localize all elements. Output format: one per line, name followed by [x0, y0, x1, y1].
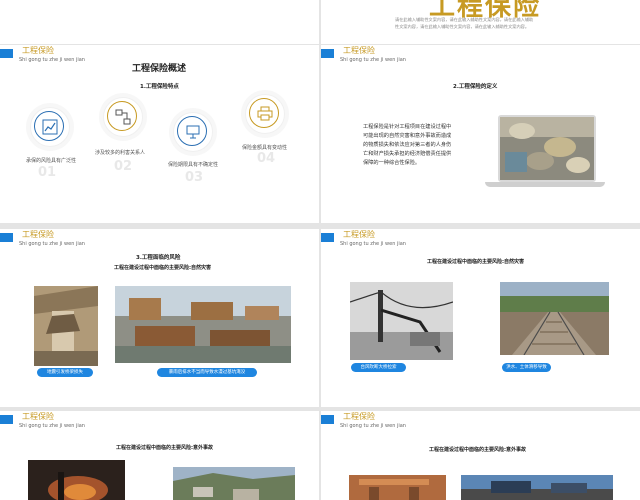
brand: 工程保险 Shi gong tu zhe ji wen jian: [0, 411, 130, 441]
caption-railway: 洪水、土体滑移导致: [502, 363, 551, 372]
section-title: 1.工程保险特点: [140, 84, 179, 90]
brand-subtitle: Shi gong tu zhe ji wen jian: [340, 57, 406, 63]
cover-desc-1: 请在此输入辅助性文案内容，请在此输入辅助性文案内容，请在此输入辅助: [395, 17, 534, 22]
fire-photo: [28, 460, 125, 500]
feature-label-3: 保险期限具有不确定性: [168, 162, 219, 168]
brand-bar: [0, 49, 13, 58]
section-title: 2.工程保险的定义: [453, 84, 498, 90]
brand-subtitle: Shi gong tu zhe ji wen jian: [19, 423, 85, 429]
brand-title: 工程保险: [22, 412, 54, 421]
chart-icon: [42, 119, 58, 135]
risk-heading: 工程在建设过程中面临的主要风险:自然灾害: [427, 259, 525, 265]
brand-bar: [321, 49, 334, 58]
earthquake-bridge-photo: [34, 286, 98, 366]
brand: 工程保险 Shi gong tu zhe ji wen jian: [321, 229, 451, 259]
printer-icon: [257, 106, 273, 121]
feature-circle-3: [173, 112, 213, 152]
brand-title: 工程保险: [22, 46, 54, 55]
slide-risks-natural-2[interactable]: 工程保险 Shi gong tu zhe ji wen jian 工程在建设过程…: [321, 229, 640, 407]
cover-desc-2: 性文案内容，请在此输入辅助性文案内容，请在此输入辅助性文案内容。: [395, 24, 530, 29]
feature-circle-2: [103, 97, 143, 137]
definition-line: 可能出现的自然灾害和意外事故而造成: [363, 133, 452, 139]
brand: 工程保险 Shi gong tu zhe ji wen jian: [0, 229, 130, 259]
slide-risks-natural-1[interactable]: 工程保险 Shi gong tu zhe ji wen jian 3.工程面临的…: [0, 229, 319, 407]
brand-subtitle: Shi gong tu zhe ji wen jian: [340, 423, 406, 429]
flow-icon: [115, 109, 131, 125]
landslide-site-photo: [173, 467, 295, 500]
brand-title: 工程保险: [22, 230, 54, 239]
laptop-base: [485, 182, 605, 187]
slide-risks-accident-2[interactable]: 工程保险 Shi gong tu zhe ji wen jian 工程在建设过程…: [321, 411, 640, 500]
feature-label-4: 保险金额具有变动性: [242, 145, 288, 151]
brand-title: 工程保险: [343, 46, 375, 55]
section-title: 3.工程面临的风险: [136, 255, 181, 261]
overturned-vehicle-photo: [461, 475, 613, 500]
flooded-pit-photo: [115, 286, 291, 363]
brand-subtitle: Shi gong tu zhe ji wen jian: [19, 57, 85, 63]
brand-subtitle: Shi gong tu zhe ji wen jian: [340, 241, 406, 247]
brand-title: 工程保险: [343, 412, 375, 421]
brand-bar: [0, 415, 13, 424]
brand: 工程保险 Shi gong tu zhe ji wen jian: [321, 411, 451, 441]
laptop-image: [498, 115, 596, 182]
brand-title: 工程保险: [343, 230, 375, 239]
slide-cover-partial: 工程保险 请在此输入辅助性文案内容，请在此输入辅助性文案内容，请在此输入辅助 性…: [321, 0, 640, 44]
definition-line: 亡和财产损失承担的经济赔偿责任提供: [363, 151, 452, 157]
brand-subtitle: Shi gong tu zhe ji wen jian: [19, 241, 85, 247]
bridge-collapse-photo: [350, 282, 453, 360]
caption-typhoon: 台风吹断大桥拉索: [351, 363, 406, 372]
definition-line: 保障的一种综合性保险。: [363, 160, 421, 166]
brand-bar: [321, 415, 334, 424]
brand: 工程保险 Shi gong tu zhe ji wen jian: [321, 45, 451, 75]
railway-slide-photo: [500, 282, 609, 355]
slide-title: 工程保险概述: [132, 64, 187, 74]
feature-num-2: 02: [114, 159, 133, 174]
collapse-structure-photo: [349, 475, 446, 500]
brand: 工程保险 Shi gong tu zhe ji wen jian: [0, 45, 130, 75]
feature-circle-4: [245, 94, 285, 134]
brand-bar: [0, 233, 13, 242]
caption-earthquake: 地震引发桥梁损失: [37, 368, 93, 377]
feature-circle-1: [30, 107, 70, 147]
definition-text: 工程保险是针对工程项目在建设过程中 可能出现的自然灾害和意外事故而造成 的物质损…: [363, 123, 451, 168]
risk-heading: 工程在建设过程中面临的主要风险:意外事故: [429, 447, 527, 453]
brand-bar: [321, 233, 334, 242]
definition-line: 工程保险是针对工程项目在建设过程中: [363, 124, 452, 130]
feature-num-1: 01: [38, 165, 57, 180]
risk-heading: 工程在建设过程中面临的主要风险:自然灾害: [114, 265, 212, 271]
slide-risks-accident-1[interactable]: 工程保险 Shi gong tu zhe ji wen jian 工程在建设过程…: [0, 411, 319, 500]
risk-heading: 工程在建设过程中面临的主要风险:意外事故: [116, 445, 214, 451]
monitor-icon: [186, 125, 200, 139]
slide-overview[interactable]: 工程保险 Shi gong tu zhe ji wen jian 工程保险概述 …: [0, 45, 319, 223]
slide-partial-left: [0, 0, 319, 44]
feature-label-1: 承保的风险具有广泛性: [26, 158, 77, 164]
feature-label-2: 涉及较多的利害关系人: [95, 150, 146, 156]
caption-flood: 暴雨后排水不当而导致水漫过基坑淹没: [157, 368, 257, 377]
feature-num-3: 03: [185, 170, 204, 185]
definition-line: 的物质损失和依法应对第三者的人身伤: [363, 142, 452, 148]
feature-num-4: 04: [257, 151, 276, 166]
